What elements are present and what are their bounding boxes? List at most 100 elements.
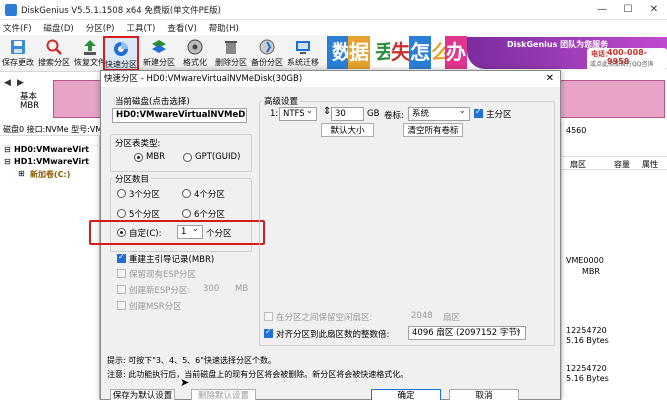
nav-back-icon[interactable]: ◀ <box>4 78 11 88</box>
six-partitions-label: 6个分区 <box>194 210 225 220</box>
quick-partition-button[interactable]: 快速分区 <box>103 36 139 71</box>
keep-esp-checkbox[interactable] <box>117 269 126 278</box>
banner-tile: 办 <box>445 36 467 69</box>
new-esp-checkbox[interactable] <box>117 285 126 294</box>
delete-default-button[interactable]: 删除默认设置 <box>191 389 256 400</box>
menu-tools[interactable]: 工具(T) <box>126 22 155 34</box>
tree-expand-icon[interactable]: ⊟ <box>4 157 11 166</box>
column-header-capacity: 容量 <box>614 160 630 169</box>
current-disk-label: 当前磁盘(点击选择) <box>115 97 190 107</box>
menu-help[interactable]: 帮助(H) <box>209 22 239 34</box>
clear-labels-button[interactable]: 清空所有卷标 <box>403 123 463 137</box>
maximize-button[interactable]: ☐ <box>615 0 641 20</box>
four-partitions-label: 4个分区 <box>194 190 225 200</box>
gpt-radio-label: GPT(GUID) <box>195 152 241 162</box>
migrate-icon <box>296 41 310 54</box>
disk-info: 磁盘0 接口:NVMe 型号:VM <box>3 125 103 134</box>
size-unit: GB <box>367 109 380 119</box>
partition-type-label: 分区表类型: <box>115 139 161 149</box>
six-partitions-radio[interactable] <box>182 209 191 218</box>
ok-button[interactable]: 确定 <box>371 389 441 400</box>
mouse-cursor-icon: ➤ <box>180 376 190 389</box>
keep-esp-label: 保留现有ESP分区 <box>129 270 196 280</box>
column-header-sector: 扇区 <box>570 160 586 169</box>
dialog-close-button[interactable]: ✕ <box>546 71 554 87</box>
detail-value: 4560 <box>566 126 587 135</box>
four-partitions-radio[interactable] <box>182 189 191 198</box>
title-bar: DiskGenius V5.5.1.1508 x64 免费版(单文件PE版) —… <box>0 0 667 20</box>
banner-tile: 怎 <box>409 36 431 69</box>
format-button[interactable]: 格式化 <box>177 36 213 71</box>
menu-bar: 文件(F) 磁盘(D) 分区(P) 工具(T) 查看(V) 帮助(H) <box>0 20 667 35</box>
menu-partition[interactable]: 分区(P) <box>86 22 115 34</box>
dialog-title: 快速分区 - HD0:VMwareVirtualNVMeDisk(30GB) <box>104 74 303 84</box>
tree-expand-icon[interactable]: ⊟ <box>4 145 11 154</box>
detail-value: 12254720 <box>566 364 607 373</box>
save-button[interactable]: 保存更改 <box>0 36 36 71</box>
dialog-title-bar: 快速分区 - HD0:VMwareVirtualNVMeDisk(30GB) ✕ <box>101 71 560 87</box>
partition-style-label: MBR <box>20 101 40 111</box>
delete-icon <box>225 41 237 54</box>
mbr-radio-label: MBR <box>146 152 166 162</box>
tree-expand-icon[interactable]: ⊞ <box>18 169 25 178</box>
keep-free-sectors-checkbox[interactable] <box>264 312 273 321</box>
msr-checkbox[interactable] <box>117 301 126 310</box>
quick-partition-dialog: 快速分区 - HD0:VMwareVirtualNVMeDisk(30GB) ✕… <box>89 70 561 400</box>
partition-count-label: 分区数目 <box>113 173 152 185</box>
volume-label-caption: 卷标: <box>384 111 404 121</box>
save-default-button[interactable]: 保存为默认设置 <box>110 389 175 400</box>
delete-partition-button[interactable]: 删除分区 <box>213 36 249 71</box>
size-input[interactable]: 30 <box>331 107 364 121</box>
minimize-button[interactable]: — <box>589 0 615 20</box>
advanced-settings-label: 高级设置 <box>262 95 301 107</box>
system-migration-button[interactable]: 系统迁移 <box>285 36 321 71</box>
filesystem-dropdown[interactable]: NTFS <box>279 107 317 121</box>
gpt-radio[interactable] <box>183 153 192 162</box>
keep-free-sectors-value: 2048 <box>411 311 433 321</box>
partition-index: 1: <box>270 109 279 119</box>
detail-header: 扇区 容量 属性 <box>562 156 667 170</box>
five-partitions-radio[interactable] <box>117 209 126 218</box>
new-partition-button[interactable]: 新建分区 <box>141 36 177 71</box>
backup-partition-button[interactable]: 备份分区 <box>249 36 285 71</box>
menu-file[interactable]: 文件(F) <box>3 22 32 34</box>
five-partitions-label: 5个分区 <box>129 210 160 220</box>
align-partition-checkbox[interactable] <box>264 327 273 338</box>
nav-forward-icon[interactable]: ▶ <box>17 78 24 88</box>
ad-banner[interactable]: 数 据 丢 失 怎 么 办 DiskGenius 团队为您服务 电话： 400-… <box>327 35 667 72</box>
disk-tree: ⊟ HD0:VMwareVirt ⊟ HD1:VMwareVirt ⊞ 新加卷(… <box>0 136 100 400</box>
primary-partition-checkbox[interactable] <box>474 107 483 118</box>
primary-partition-label: 主分区 <box>486 110 512 120</box>
mbr-radio[interactable] <box>134 153 143 162</box>
menu-disk[interactable]: 磁盘(D) <box>44 22 74 34</box>
tree-item-volume-c[interactable]: 新加卷(C:) <box>30 169 70 180</box>
banner-contact-panel: DiskGenius 团队为您服务 电话： 400-008-9958 或点此添加… <box>467 37 667 70</box>
align-partition-label: 对齐分区到此扇区数的整数倍: <box>276 330 390 340</box>
detail-value: 5.16 Bytes <box>566 374 609 383</box>
window-title: DiskGenius V5.5.1.1508 x64 免费版(单文件PE版) <box>21 5 221 16</box>
menu-view[interactable]: 查看(V) <box>167 22 196 34</box>
close-button[interactable]: ✕ <box>641 0 667 20</box>
current-disk-selector[interactable]: HD0:VMwareVirtualNVMeDisk(3 <box>112 108 247 123</box>
new-partition-icon <box>152 40 166 53</box>
tree-item-hd1[interactable]: HD1:VMwareVirt <box>14 157 89 166</box>
detail-value: 5.16 Bytes <box>566 336 609 345</box>
keep-free-sectors-unit: 扇区 <box>443 313 461 323</box>
three-partitions-label: 3个分区 <box>129 190 160 200</box>
cancel-button[interactable]: 取消 <box>449 389 519 400</box>
banner-tile: 据 <box>348 36 370 69</box>
keep-free-sectors-label: 在分区之间保留空闲扇区: <box>276 313 373 323</box>
detail-value: VME0000 <box>566 256 604 265</box>
tree-item-hd0[interactable]: HD0:VMwareVirt <box>14 145 89 154</box>
search-partition-button[interactable]: 搜索分区 <box>36 36 72 71</box>
rebuild-mbr-checkbox[interactable] <box>117 252 126 263</box>
three-partitions-radio[interactable] <box>117 189 126 198</box>
align-sectors-dropdown[interactable]: 4096 扇区 (2097152 字节) <box>408 326 526 340</box>
default-size-button[interactable]: 默认大小 <box>321 123 374 137</box>
backup-icon <box>259 39 275 55</box>
diskgenius-window: DiskGenius V5.5.1.1508 x64 免费版(单文件PE版) —… <box>0 0 667 400</box>
detail-value: MBR <box>582 267 600 276</box>
volume-label-dropdown[interactable]: 系统 <box>408 107 470 121</box>
app-logo-icon <box>5 3 17 16</box>
partition-details: 4560 扇区 容量 属性 VME0000 MBR 12254720 5.16 … <box>561 122 667 400</box>
